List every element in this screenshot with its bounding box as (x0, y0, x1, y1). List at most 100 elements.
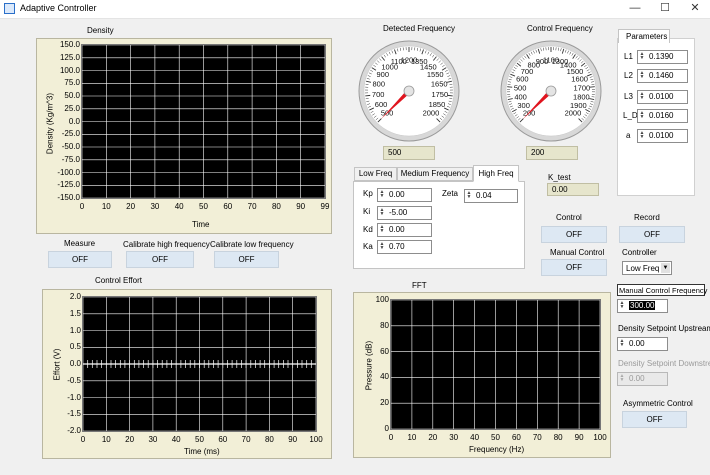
y-tick-label: 80 (380, 320, 389, 330)
detected-frequency-gauge[interactable]: 5006007008009001000110012001350145015501… (355, 38, 463, 142)
record-button[interactable]: OFF (619, 226, 685, 243)
control-button[interactable]: OFF (541, 226, 607, 243)
y-tick-label: 150.0 (59, 40, 80, 49)
x-tick-label: 99 (320, 202, 330, 211)
x-tick-label: 40 (174, 202, 184, 211)
x-tick-label: 70 (247, 202, 257, 211)
ki-spinner-icon[interactable]: ▲ ▼ (379, 208, 385, 217)
gauge-scale-label: 800 (373, 80, 386, 89)
y-tick-label: 125.0 (59, 52, 80, 62)
ka-spinner-icon[interactable]: ▲ ▼ (379, 242, 385, 251)
density-plot-title: Density (87, 26, 114, 35)
x-tick-label: 50 (491, 433, 500, 442)
y-tick-label: -150.0 (57, 193, 80, 202)
tab-high-freq[interactable]: High Freq (473, 165, 519, 182)
param-ld-input[interactable]: ▲ ▼ 0.0160 (637, 109, 688, 123)
param-a-input[interactable]: ▲ ▼ 0.0100 (637, 129, 688, 143)
minimize-button[interactable]: — (620, 0, 650, 18)
x-tick-label: 60 (223, 202, 233, 211)
x-tick-label: 30 (449, 433, 459, 442)
k-test-label: K_test (548, 173, 571, 182)
kd-input[interactable]: ▲ ▼ 0.00 (377, 223, 432, 237)
zeta-input[interactable]: ▲ ▼ 0.04 (464, 189, 518, 203)
control-frequency-gauge[interactable]: 2003004005006007008009001100130014001500… (497, 38, 605, 142)
effort-x-label: Time (ms) (184, 447, 220, 456)
gauge-scale-label: 300 (517, 101, 530, 110)
gauge-scale-label: 900 (376, 70, 389, 79)
maximize-button[interactable]: ☐ (650, 0, 680, 18)
manual-frequency-spinner-icon[interactable]: ▲ ▼ (619, 301, 625, 310)
y-tick-label: 2.0 (69, 292, 81, 301)
kp-input[interactable]: ▲ ▼ 0.00 (377, 188, 432, 202)
x-tick-label: 60 (218, 435, 228, 444)
x-tick-label: 70 (532, 433, 542, 442)
x-tick-label: 20 (126, 202, 136, 211)
l2-spinner-icon[interactable]: ▲ ▼ (639, 71, 645, 80)
a-spinner-icon[interactable]: ▲ ▼ (639, 131, 645, 140)
ka-label: Ka (363, 242, 373, 251)
parameters-title: Parameters (626, 32, 668, 41)
density-y-label: Density (Kg/m^3) (45, 92, 55, 155)
fft-plot-frame: 100 80 60 40 20 0 0 10 20 30 40 50 60 70 80 90 100 Freq… (353, 292, 611, 458)
param-l1-label: L1 (624, 52, 633, 61)
ka-input[interactable]: ▲ ▼ 0.70 (377, 240, 432, 254)
density-plot-area (81, 44, 326, 199)
controller-select[interactable]: Low Freq ▼ (622, 261, 672, 275)
x-tick-label: 10 (101, 435, 111, 444)
ki-input[interactable]: ▲ ▼ -5.00 (377, 206, 432, 220)
fft-grid (391, 300, 600, 429)
manual-frequency-input[interactable]: ▲ ▼ 300.00 (617, 299, 668, 313)
effort-plot-area (82, 296, 317, 432)
kp-spinner-icon[interactable]: ▲ ▼ (379, 190, 385, 199)
param-l3-input[interactable]: ▲ ▼ 0.0100 (637, 90, 688, 104)
setpoint-upstream-spinner-icon[interactable]: ▲ ▼ (619, 339, 625, 348)
calibrate-low-button[interactable]: OFF (214, 251, 279, 268)
y-tick-label: 0 (384, 424, 389, 433)
zeta-spinner-icon[interactable]: ▲ ▼ (466, 191, 472, 200)
chevron-down-icon[interactable]: ▼ (661, 263, 670, 273)
gauge-scale-label: 400 (514, 93, 527, 102)
param-l1-input[interactable]: ▲ ▼ 0.1390 (637, 50, 688, 64)
y-tick-label: 1.5 (69, 308, 81, 318)
tab-low-freq[interactable]: Low Freq (354, 167, 397, 181)
kp-label: Kp (363, 189, 373, 198)
asymmetric-control-button[interactable]: OFF (622, 411, 687, 428)
gauge-scale-label: 600 (516, 75, 529, 84)
x-tick-label: 80 (271, 202, 281, 211)
x-tick-label: 0 (388, 433, 394, 442)
y-tick-label: -2.0 (67, 426, 81, 435)
fft-x-label: Frequency (Hz) (469, 445, 525, 454)
param-l2-input[interactable]: ▲ ▼ 0.1460 (637, 69, 688, 83)
param-l3-label: L3 (624, 92, 633, 101)
parameters-tab[interactable]: Parameters (618, 29, 670, 43)
gauge-tick (365, 94, 371, 97)
x-tick-label: 90 (296, 202, 306, 211)
record-label: Record (634, 213, 660, 222)
param-ld-label: L_D (623, 111, 638, 120)
l3-spinner-icon[interactable]: ▲ ▼ (639, 92, 645, 101)
gauge-scale-label: 700 (372, 90, 385, 99)
y-tick-label: -1.5 (67, 409, 81, 419)
tab-panel-high-freq: Kp ▲ ▼ 0.00 Ki ▲ ▼ -5.00 Kd ▲ ▼ 0.00 Ka ▲ ▼ 0.70… (353, 181, 525, 269)
ld-spinner-icon[interactable]: ▲ ▼ (639, 111, 645, 120)
l1-spinner-icon[interactable]: ▲ ▼ (639, 52, 645, 61)
gauge-tick (447, 94, 453, 97)
setpoint-upstream-input[interactable]: ▲ ▼ 0.00 (617, 337, 668, 351)
y-tick-label: 100 (375, 295, 389, 304)
gauge-scale-label: 1600 (571, 75, 588, 84)
density-x-label: Time (192, 220, 210, 229)
manual-control-button[interactable]: OFF (541, 259, 607, 276)
measure-label: Measure (64, 239, 96, 248)
close-button[interactable]: ✕ (680, 0, 710, 18)
setpoint-downstream-spinner-icon: ▲ ▼ (619, 373, 625, 383)
zeta-label: Zeta (442, 189, 459, 198)
kd-spinner-icon[interactable]: ▲ ▼ (379, 225, 385, 234)
x-tick-label: 100 (309, 435, 323, 444)
fft-y-label: Pressure (dB) (364, 340, 374, 391)
calibrate-high-button[interactable]: OFF (126, 251, 194, 268)
x-tick-label: 90 (574, 433, 584, 442)
gauge-scale-label: 1700 (574, 83, 591, 92)
tab-medium-frequency[interactable]: Medium Frequency (397, 167, 473, 181)
effort-plot-title: Control Effort (95, 276, 142, 285)
measure-button[interactable]: OFF (48, 251, 112, 268)
